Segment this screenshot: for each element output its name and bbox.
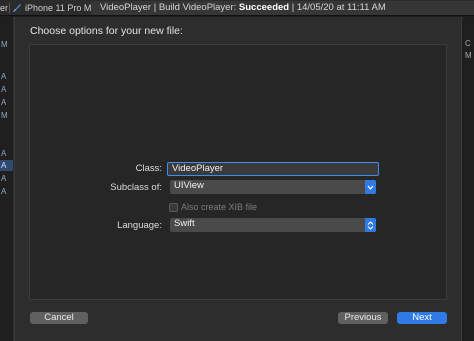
subclass-value: UIView (174, 180, 204, 191)
inspector-strip: C M (462, 17, 474, 341)
navigator-item[interactable]: A (0, 148, 13, 159)
options-panel: Class: VideoPlayer Subclass of: UIView A… (29, 44, 447, 300)
previous-button[interactable]: Previous (338, 312, 388, 324)
scheme-separator (9, 3, 10, 13)
navigator-item[interactable]: A (0, 186, 13, 197)
create-xib-checkbox (169, 203, 178, 212)
activity-date: 14/05/20 at 11:11 AM (296, 2, 386, 13)
navigator-item-selected[interactable]: A (0, 160, 13, 171)
navigator-item[interactable]: A (0, 97, 13, 108)
navigator-item[interactable]: A (0, 71, 13, 82)
chevron-down-icon[interactable] (365, 180, 376, 194)
new-file-sheet: Choose options for your new file: Class:… (14, 17, 462, 341)
navigator-item[interactable]: M (0, 110, 13, 121)
inspector-item: C (465, 39, 471, 48)
language-popup[interactable]: Swift (170, 218, 376, 232)
navigator-item[interactable]: M (0, 39, 13, 50)
scheme-name-truncated: er (0, 3, 9, 13)
next-button[interactable]: Next (397, 312, 447, 324)
device-name: iPhone 11 Pro Max (25, 3, 101, 13)
inspector-item: M (465, 51, 472, 60)
subclass-combobox[interactable]: UIView (170, 180, 376, 194)
class-name-input[interactable]: VideoPlayer (167, 162, 379, 176)
navigator-item[interactable]: A (0, 173, 13, 184)
activity-project: VideoPlayer (100, 2, 152, 13)
subclass-label: Subclass of: (110, 182, 162, 193)
toolbar: er iPhone 11 Pro Max VideoPlayer | Build… (0, 0, 474, 16)
up-down-chevron-icon[interactable] (365, 218, 376, 232)
navigator-item[interactable]: A (0, 84, 13, 95)
sheet-title: Choose options for your new file: (30, 25, 183, 37)
device-icon (12, 3, 22, 13)
project-navigator-strip: M A A A M A A A A (0, 17, 14, 341)
activity-build-prefix: Build VideoPlayer: (158, 2, 237, 13)
activity-viewer: VideoPlayer | Build VideoPlayer: Succeed… (91, 1, 474, 15)
language-label: Language: (117, 220, 162, 231)
cancel-button[interactable]: Cancel (30, 312, 88, 324)
language-value: Swift (174, 218, 195, 229)
create-xib-label: Also create XIB file (181, 202, 258, 212)
activity-build-status: Succeeded (238, 2, 290, 13)
class-label: Class: (135, 163, 162, 174)
